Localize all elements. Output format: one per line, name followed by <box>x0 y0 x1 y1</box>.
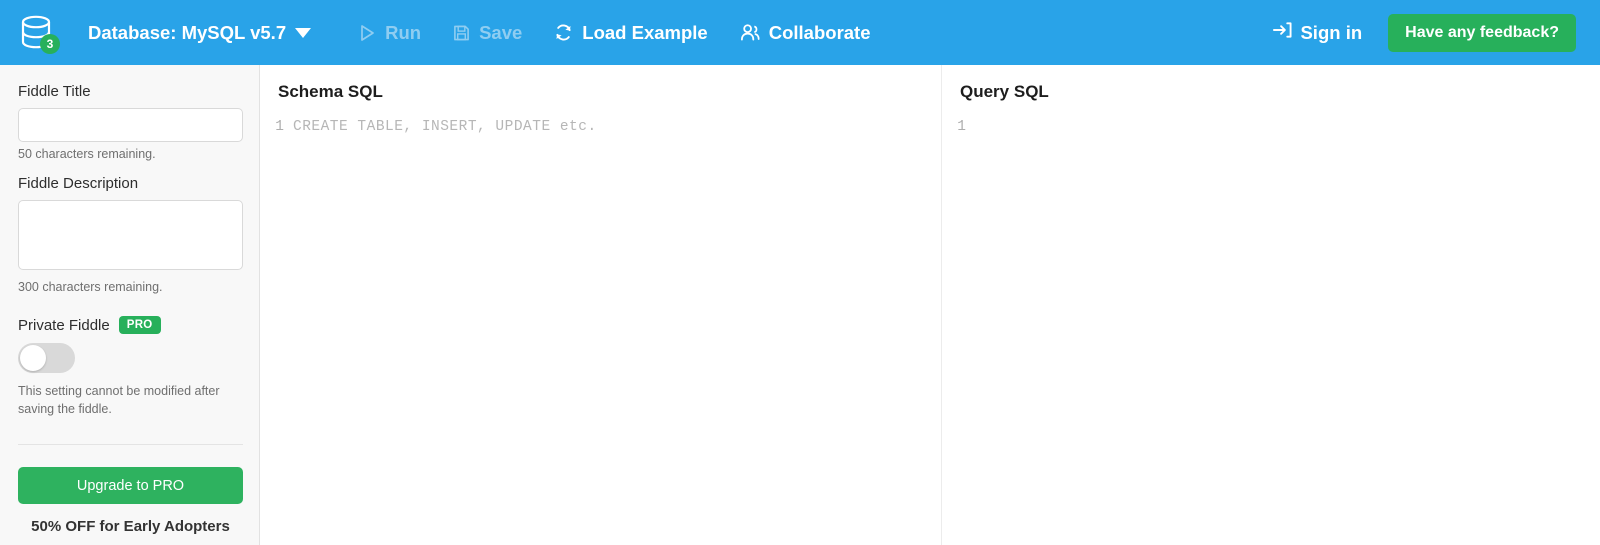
collaborate-label: Collaborate <box>769 22 871 44</box>
database-selector-label: Database: MySQL v5.7 <box>88 22 286 44</box>
sign-in-button[interactable]: Sign in <box>1273 21 1362 44</box>
query-sql-placeholder[interactable] <box>975 117 1600 137</box>
query-sql-pane: Query SQL 1 <box>943 65 1600 545</box>
sign-in-label: Sign in <box>1300 22 1362 44</box>
load-example-label: Load Example <box>582 22 707 44</box>
chevron-down-icon <box>295 28 311 38</box>
run-button[interactable]: Run <box>359 22 421 44</box>
run-label: Run <box>385 22 421 44</box>
early-adopter-offer-text: 50% OFF for Early Adopters <box>18 518 243 535</box>
schema-line-numbers: 1 <box>261 117 293 137</box>
database-selector[interactable]: Database: MySQL v5.7 <box>88 22 311 44</box>
save-button[interactable]: Save <box>453 22 522 44</box>
fiddle-description-input[interactable] <box>18 200 243 270</box>
refresh-icon <box>554 23 573 42</box>
feedback-button[interactable]: Have any feedback? <box>1388 14 1576 52</box>
schema-sql-pane: Schema SQL 1 CREATE TABLE, INSERT, UPDAT… <box>261 65 942 545</box>
play-icon <box>359 24 376 42</box>
toggle-knob <box>20 345 46 371</box>
schema-sql-title: Schema SQL <box>261 65 941 102</box>
header-right-group: Sign in Have any feedback? <box>1273 14 1600 52</box>
fiddle-title-hint: 50 characters remaining. <box>18 147 241 161</box>
pro-badge: PRO <box>119 316 161 334</box>
users-icon <box>740 23 760 42</box>
private-fiddle-note: This setting cannot be modified after sa… <box>18 382 223 418</box>
floppy-disk-icon <box>453 24 470 42</box>
app-header: 3 Database: MySQL v5.7 Run Save <box>0 0 1600 65</box>
schema-sql-placeholder[interactable]: CREATE TABLE, INSERT, UPDATE etc. <box>293 117 941 137</box>
header-toolbar: Run Save Load Example <box>359 22 870 44</box>
query-sql-title: Query SQL <box>943 65 1600 102</box>
sign-in-icon <box>1273 21 1292 44</box>
fiddle-title-label: Fiddle Title <box>18 83 241 100</box>
upgrade-to-pro-button[interactable]: Upgrade to PRO <box>18 467 243 504</box>
sidebar-divider-top <box>18 444 243 445</box>
database-icon: 3 <box>19 15 53 51</box>
load-example-button[interactable]: Load Example <box>554 22 707 44</box>
private-fiddle-label: Private Fiddle <box>18 317 110 334</box>
fiddle-title-input[interactable] <box>18 108 243 142</box>
collaborate-button[interactable]: Collaborate <box>740 22 871 44</box>
database-count-badge: 3 <box>40 34 60 54</box>
save-label: Save <box>479 22 522 44</box>
sidebar-panel: Fiddle Title 50 characters remaining. Fi… <box>0 65 260 545</box>
private-fiddle-toggle[interactable] <box>18 343 75 373</box>
schema-sql-editor[interactable]: 1 CREATE TABLE, INSERT, UPDATE etc. <box>261 117 941 137</box>
spacer <box>18 161 241 175</box>
app-logo[interactable]: 3 <box>0 0 72 65</box>
fiddle-description-label: Fiddle Description <box>18 175 241 192</box>
fiddle-description-hint: 300 characters remaining. <box>18 280 241 294</box>
query-sql-editor[interactable]: 1 <box>943 117 1600 137</box>
private-fiddle-row: Private Fiddle PRO <box>18 316 241 334</box>
query-line-numbers: 1 <box>943 117 975 137</box>
